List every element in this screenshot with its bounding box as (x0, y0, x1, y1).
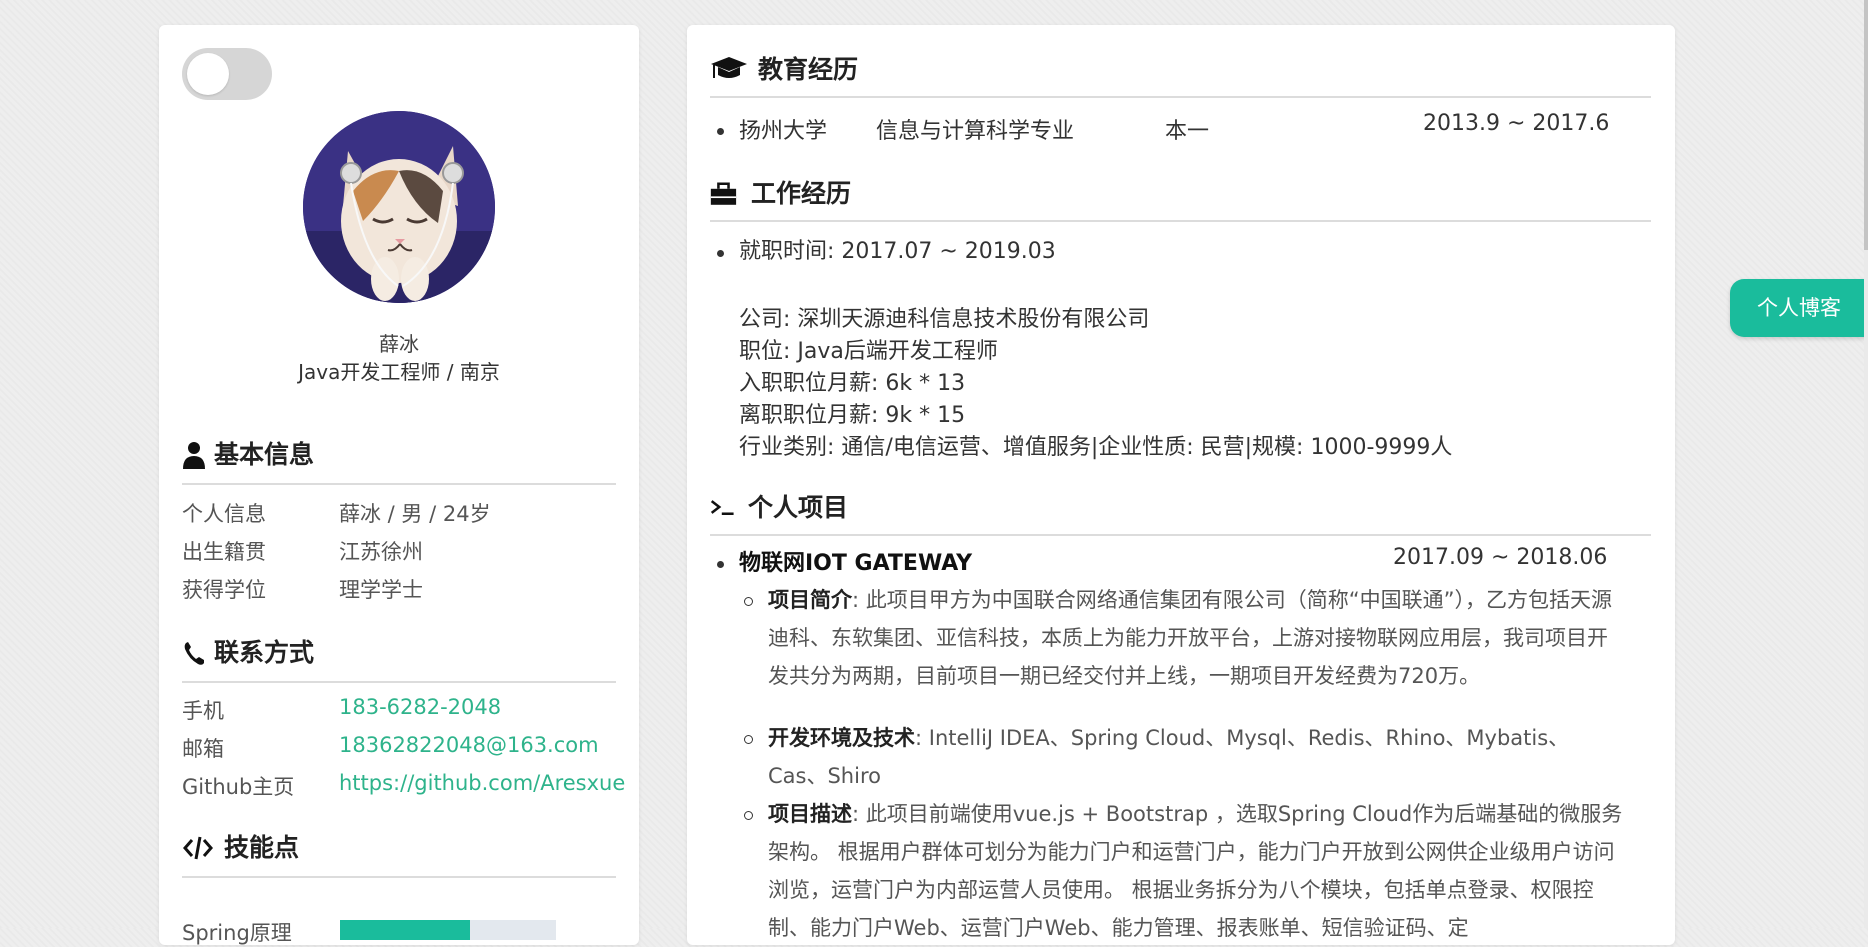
work-salary-out: 离职职位月薪: 9k * 15 (739, 403, 966, 428)
scrollbar[interactable] (1864, 0, 1868, 928)
briefcase-icon (710, 182, 737, 205)
projects-heading: 个人项目 (710, 486, 1651, 536)
work-industry: 行业类别: 通信/电信运营、增值服务|企业性质: 民营|规模: 1000-999… (739, 435, 1453, 460)
phone-link[interactable]: 183-6282-2048 (339, 695, 501, 719)
skill-progress-bar (340, 920, 556, 940)
contact-heading: 联系方式 (182, 631, 616, 683)
project-env: 开发环境及技术: IntelliJ IDEA、Spring Cloud、Mysq… (768, 726, 1570, 788)
project-name: 物联网IOT GATEWAY (739, 551, 973, 576)
work-heading: 工作经历 (710, 172, 1651, 222)
basic-info-heading: 基本信息 (182, 433, 616, 485)
work-period: 就职时间: 2017.07 ~ 2019.03 (739, 239, 1056, 264)
project-desc: 项目描述: 此项目前端使用vue.js + Bootstrap ，选取Sprin… (768, 802, 1623, 940)
major: 信息与计算科学专业 (876, 119, 1075, 144)
school-name: 扬州大学 (739, 119, 828, 144)
list-bullet (717, 561, 724, 568)
profile-name: 薛冰 (379, 332, 419, 356)
work-salary-in: 入职职位月薪: 6k * 13 (739, 371, 966, 396)
scrollbar-thumb[interactable] (1864, 0, 1868, 250)
code-icon (183, 836, 213, 860)
list-bullet (717, 250, 724, 257)
work-position: 职位: Java后端开发工程师 (739, 339, 998, 364)
graduation-cap-icon (711, 57, 747, 78)
avatar (303, 111, 495, 303)
user-icon (183, 442, 205, 469)
sub-bullet (744, 811, 753, 820)
resume-content-card: 教育经历 扬州大学 信息与计算科学专业 本一 2013.9 ~ 2017.6 工… (687, 25, 1675, 945)
skill-progress-fill (340, 920, 470, 940)
project-period: 2017.09 ~ 2018.06 (1393, 545, 1608, 570)
toggle-knob (187, 53, 229, 95)
terminal-icon (710, 500, 734, 515)
work-company: 公司: 深圳天源迪科信息技术股份有限公司 (739, 307, 1150, 332)
degree: 本一 (1165, 119, 1210, 144)
cat-avatar-image (303, 111, 495, 303)
list-bullet (717, 128, 724, 135)
profile-card: 薛冰 Java开发工程师 / 南京 基本信息 个人信息 薛冰 / 男 / 24岁 … (159, 25, 639, 945)
project-intro: 项目简介: 此项目甲方为中国联合网络通信集团有限公司（简称“中国联通”），乙方包… (768, 588, 1613, 688)
education-heading: 教育经历 (710, 48, 1651, 98)
personal-blog-button[interactable]: 个人博客 (1730, 279, 1868, 337)
sub-bullet (744, 735, 753, 744)
theme-toggle[interactable] (182, 48, 272, 100)
email-link[interactable]: 18362822048@163.com (339, 733, 599, 757)
skills-heading: 技能点 (182, 826, 616, 878)
sub-bullet (744, 597, 753, 606)
github-link[interactable]: https://github.com/Aresxue (339, 771, 625, 795)
profile-title: Java开发工程师 / 南京 (298, 360, 500, 384)
education-period: 2013.9 ~ 2017.6 (1423, 111, 1610, 136)
phone-icon (184, 642, 204, 665)
